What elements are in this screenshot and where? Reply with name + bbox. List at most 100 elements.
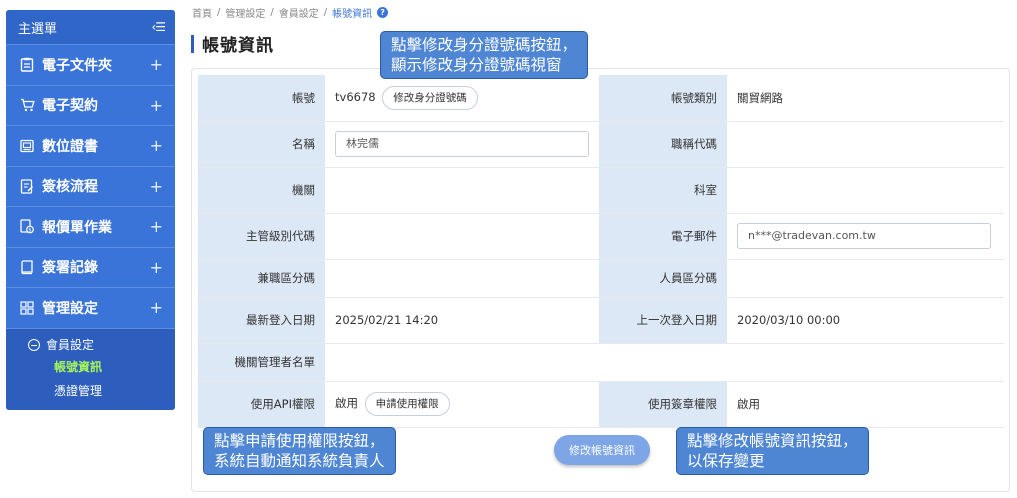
sidebar-title: 主選單 xyxy=(18,21,58,37)
callout-line: 點擊申請使用權限按鈕， xyxy=(214,432,385,450)
page-title: 帳號資訊 xyxy=(191,31,274,56)
section-value xyxy=(727,167,1004,214)
submenu-item-cert-management[interactable]: 憑證管理 xyxy=(6,379,175,403)
submenu-member-settings[interactable]: 會員設定 xyxy=(6,335,175,355)
clipboard-icon xyxy=(19,57,35,73)
sidebar-item-label: 數位證書 xyxy=(42,138,98,155)
org-value xyxy=(325,167,599,214)
table-row: 機關管理者名單 xyxy=(198,343,1004,382)
sign-permission-label: 使用簽章權限 xyxy=(599,381,727,428)
staff-code-value xyxy=(727,259,1004,298)
name-cell: 林完儒 xyxy=(325,121,599,168)
api-permission-cell: 啟用 申請使用權限 xyxy=(325,381,599,428)
sidebar-item-e-folder[interactable]: 電子文件夾 + xyxy=(6,44,175,85)
account-value: tv6678 xyxy=(335,89,376,104)
api-permission-label: 使用API權限 xyxy=(198,381,325,428)
breadcrumb: 首頁 / 管理設定 / 會員設定 / 帳號資訊 ? xyxy=(192,5,389,20)
name-label: 名稱 xyxy=(198,121,325,168)
account-cell: tv6678 修改身分證號碼 xyxy=(325,75,599,122)
sidebar-item-sign-records[interactable]: 簽署記錄 + xyxy=(6,246,175,288)
sidebar-item-label: 電子契約 xyxy=(42,98,98,115)
title-accent-bar xyxy=(191,34,194,53)
job-title-code-label: 職稱代碼 xyxy=(599,121,727,168)
concurrent-code-value xyxy=(325,259,599,298)
help-icon[interactable]: ? xyxy=(377,7,389,18)
menu-toggle-icon[interactable]: ‹☰ xyxy=(151,20,166,34)
submenu-parent-label: 會員設定 xyxy=(46,338,95,352)
email-label: 電子郵件 xyxy=(599,213,727,260)
account-type-label: 帳號類別 xyxy=(599,75,727,122)
table-row: 主管級別代碼 電子郵件 n***@tradevan.com.tw xyxy=(198,213,1004,260)
sidebar-item-label: 電子文件夾 xyxy=(42,57,112,74)
callout-change-id: 點擊修改身分證號碼按鈕， 顯示修改身分證號碼視窗 xyxy=(380,31,589,79)
expand-plus-icon[interactable]: + xyxy=(150,136,163,155)
cart-icon xyxy=(19,97,35,113)
sidebar-item-approval-flow[interactable]: 簽核流程 + xyxy=(6,165,175,207)
grid-icon xyxy=(19,300,35,316)
expand-plus-icon[interactable]: + xyxy=(150,96,163,115)
callout-line: 點擊修改身分證號碼按鈕， xyxy=(391,36,578,54)
table-row: 機關 科室 xyxy=(198,167,1004,214)
sidebar-item-digital-cert[interactable]: 數位證書 + xyxy=(6,125,175,166)
sidebar-item-quotation[interactable]: $ 報價單作業 + xyxy=(6,206,175,247)
breadcrumb-separator: / xyxy=(217,7,221,18)
expand-plus-icon[interactable]: + xyxy=(150,298,163,317)
account-type-value: 關貿網路 xyxy=(727,75,1004,122)
sidebar-submenu: 會員設定 帳號資訊 憑證管理 xyxy=(6,327,175,410)
admin-list-label: 機關管理者名單 xyxy=(198,343,325,382)
breadcrumb-home[interactable]: 首頁 xyxy=(192,5,212,20)
table-row: 使用API權限 啟用 申請使用權限 使用簽章權限 啟用 xyxy=(198,381,1004,428)
document-edit-icon xyxy=(19,178,35,194)
job-title-code-value xyxy=(727,121,1004,168)
certificate-icon xyxy=(19,138,35,154)
name-input[interactable]: 林完儒 xyxy=(335,131,589,157)
collapse-minus-icon xyxy=(28,338,40,351)
expand-plus-icon[interactable]: + xyxy=(150,217,163,236)
callout-line: 顯示修改身分證號碼視窗 xyxy=(391,56,562,74)
section-label: 科室 xyxy=(599,167,727,214)
change-id-number-button[interactable]: 修改身分證號碼 xyxy=(382,85,478,110)
supervisor-code-value xyxy=(325,213,599,260)
book-icon xyxy=(19,259,35,275)
prev-login-value: 2020/03/10 00:00 xyxy=(727,297,1004,344)
account-label: 帳號 xyxy=(198,75,325,122)
table-row: 帳號 tv6678 修改身分證號碼 帳號類別 關貿網路 xyxy=(198,75,1004,122)
last-login-label: 最新登入日期 xyxy=(198,297,325,344)
sign-permission-value: 啟用 xyxy=(727,381,1004,428)
breadcrumb-member-settings[interactable]: 會員設定 xyxy=(279,5,319,20)
breadcrumb-separator: / xyxy=(323,7,328,18)
callout-line: 系統自動通知系統負責人 xyxy=(214,452,385,470)
sidebar-item-label: 報價單作業 xyxy=(42,219,112,236)
callout-line: 點擊修改帳號資訊按鈕， xyxy=(687,432,858,450)
email-input[interactable]: n***@tradevan.com.tw xyxy=(737,223,991,249)
page-title-text: 帳號資訊 xyxy=(202,36,274,56)
quote-dollar-icon: $ xyxy=(19,219,35,235)
table-row: 兼職區分碼 人員區分碼 xyxy=(198,259,1004,298)
svg-text:$: $ xyxy=(28,228,31,234)
breadcrumb-separator: / xyxy=(270,7,274,18)
prev-login-label: 上一次登入日期 xyxy=(599,297,727,344)
expand-plus-icon[interactable]: + xyxy=(150,177,163,196)
apply-permission-button[interactable]: 申請使用權限 xyxy=(364,392,450,416)
concurrent-code-label: 兼職區分碼 xyxy=(198,259,325,298)
expand-plus-icon[interactable]: + xyxy=(150,258,163,277)
save-account-info-button[interactable]: 修改帳號資訊 xyxy=(554,435,650,465)
sidebar-item-label: 簽核流程 xyxy=(42,179,98,196)
table-row: 名稱 林完儒 職稱代碼 xyxy=(198,121,1004,168)
supervisor-code-label: 主管級別代碼 xyxy=(198,213,325,260)
breadcrumb-admin-settings[interactable]: 管理設定 xyxy=(225,5,265,20)
sidebar-item-e-contract[interactable]: 電子契約 + xyxy=(6,84,175,126)
table-row: 最新登入日期 2025/02/21 14:20 上一次登入日期 2020/03/… xyxy=(198,297,1004,344)
sidebar: 主選單 ‹☰ 電子文件夾 + 電子契約 + 數位證書 + 簽核流程 + $ 報價… xyxy=(6,10,175,410)
sidebar-header: 主選單 ‹☰ xyxy=(6,10,175,44)
expand-plus-icon[interactable]: + xyxy=(150,55,163,74)
callout-line: 以保存變更 xyxy=(687,452,765,470)
breadcrumb-current: 帳號資訊 xyxy=(332,9,373,20)
api-permission-value: 啟用 xyxy=(335,396,358,410)
org-label: 機關 xyxy=(198,167,325,214)
staff-code-label: 人員區分碼 xyxy=(599,259,727,298)
submenu-item-account-info[interactable]: 帳號資訊 xyxy=(6,355,175,379)
email-cell: n***@tradevan.com.tw xyxy=(727,213,1004,260)
admin-list-value xyxy=(325,343,1004,382)
sidebar-item-admin-settings[interactable]: 管理設定 + xyxy=(6,287,175,328)
